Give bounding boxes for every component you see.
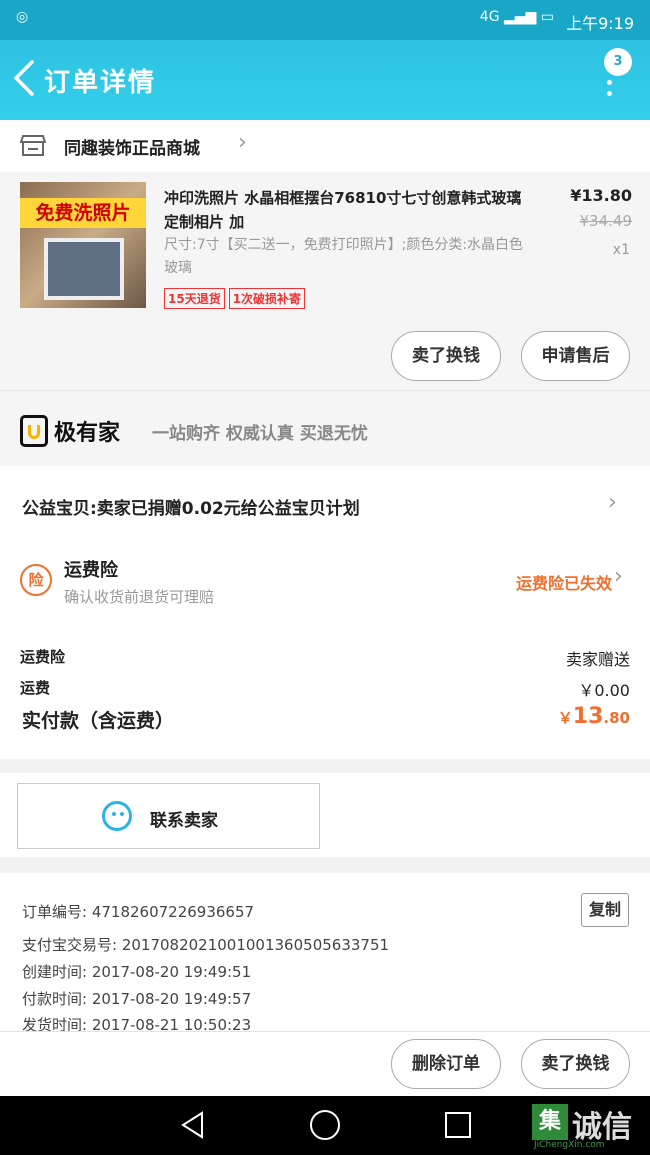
network-type: 4G — [479, 9, 500, 25]
clock: 上午9:19 — [566, 14, 634, 33]
more-dots-icon — [607, 80, 613, 104]
sell-exchange-button-bottom[interactable]: 卖了换钱 — [521, 1039, 630, 1089]
shipped-time: 发货时间: 2017-08-21 10:50:23 — [22, 1016, 252, 1031]
brand-slogan: 一站购齐 权威认真 买退无忧 — [152, 424, 368, 444]
brand-logo-icon — [20, 415, 48, 447]
sell-exchange-button[interactable]: 卖了换钱 — [391, 331, 501, 381]
delete-order-button[interactable]: 删除订单 — [391, 1039, 501, 1089]
product-title[interactable]: 冲印洗照片 水晶相框摆台76810寸七寸创意韩式玻璃定制相片 加 — [164, 186, 536, 234]
product-image[interactable]: 免费洗照片 — [20, 182, 146, 308]
product-price: ¥13.80 — [570, 186, 632, 205]
more-menu-button[interactable]: 3 — [596, 48, 636, 108]
original-price: ¥34.49 — [579, 212, 633, 230]
contact-seller-button[interactable]: 联系卖家 — [17, 783, 320, 849]
status-bar: ◎ 4G ▂▄▆ ▭ 上午9:19 — [0, 0, 650, 40]
quantity: x1 — [612, 242, 630, 258]
back-button[interactable] — [10, 56, 40, 100]
chevron-left-icon — [14, 60, 34, 96]
insurance-title: 运费险 — [64, 560, 118, 581]
chevron-right-icon: › — [238, 130, 247, 155]
shop-name: 同趣装饰正品商城 — [64, 139, 200, 159]
alipay-trade-number: 支付宝交易号: 2017082021001001360505633751 — [22, 936, 390, 954]
charity-text[interactable]: 公益宝贝:卖家已捐赠0.02元给公益宝贝计划 — [22, 494, 360, 519]
total-integer: 13 — [572, 704, 604, 729]
message-count-badge: 3 — [604, 48, 632, 76]
shipping-label: 运费 — [20, 679, 51, 697]
nav-home-icon[interactable] — [310, 1110, 340, 1140]
product-item: 免费洗照片 冲印洗照片 水晶相框摆台76810寸七寸创意韩式玻璃定制相片 加 尺… — [0, 172, 650, 390]
shop-row[interactable]: 同趣装饰正品商城 › — [0, 120, 650, 172]
order-info: 订单编号: 4718260722693665​7 复制 支付宝交易号: 2017… — [0, 873, 650, 1031]
chat-icon — [102, 801, 132, 831]
contact-section: 联系卖家 — [0, 773, 650, 857]
product-image-banner: 免费洗照片 — [20, 198, 146, 228]
brand-banner[interactable]: 极有家 一站购齐 权威认真 买退无忧 — [0, 390, 650, 466]
tag-damage: 1次破损补寄 — [228, 288, 306, 309]
shipping-value: ￥0.00 — [578, 681, 630, 700]
nav-recents-icon[interactable] — [445, 1112, 471, 1138]
photo-frame-graphic — [44, 238, 124, 300]
copy-button[interactable]: 复制 — [581, 893, 629, 927]
insurance-status[interactable]: 运费险已失效 — [516, 570, 612, 594]
tag-return: 15天退货 — [164, 288, 225, 309]
chevron-right-icon: › — [614, 564, 623, 589]
total-currency: ￥ — [557, 709, 573, 727]
nav-back-icon[interactable] — [178, 1110, 208, 1140]
total-amount: ￥13.80 — [558, 704, 630, 729]
watermark-logo: 集 — [532, 1104, 568, 1140]
order-number: 订单编号: 4718260722693665​7 — [22, 903, 255, 921]
chevron-right-icon: › — [608, 490, 617, 515]
total-label: 实付款（含运费） — [22, 710, 175, 732]
bottom-action-bar: 删除订单 卖了换钱 — [0, 1031, 650, 1096]
product-attributes: 尺寸:7寸【买二送一，免费打印照片】;颜色分类:水晶白色玻璃 — [164, 237, 524, 276]
brand-name: 极有家 — [54, 421, 121, 446]
created-time: 创建时间: 2017-08-20 19:49:51 — [22, 963, 252, 981]
watermark: 集 诚信 JiChengXin.com — [532, 1100, 650, 1152]
app-header: 订单详情 3 — [0, 40, 650, 120]
watermark-url: JiChengXin.com — [534, 1140, 605, 1150]
freight-insurance-label: 运费险 — [20, 648, 66, 666]
total-decimal: .80 — [603, 709, 630, 727]
page-title: 订单详情 — [44, 68, 157, 98]
service-tags: 15天退货 1次破损补寄 — [164, 288, 309, 309]
paid-time: 付款时间: 2017-08-20 19:49:57 — [22, 990, 252, 1008]
insurance-subtitle: 确认收货前退货可理赔 — [64, 588, 215, 606]
after-sale-button[interactable]: 申请售后 — [521, 331, 630, 381]
freight-insurance-value: 卖家赠送 — [565, 650, 630, 669]
signal-icon: 4G ▂▄▆ ▭ — [479, 9, 554, 25]
order-summary: 公益宝贝:卖家已捐赠0.02元给公益宝贝计划 › 险 运费险 确认收货前退货可理… — [0, 466, 650, 759]
insurance-icon: 险 — [20, 564, 52, 596]
system-nav-bar: 集 诚信 JiChengXin.com — [0, 1096, 650, 1155]
contact-seller-label: 联系卖家 — [150, 811, 218, 831]
store-icon — [20, 135, 46, 156]
alipay-icon: ◎ — [16, 9, 29, 25]
